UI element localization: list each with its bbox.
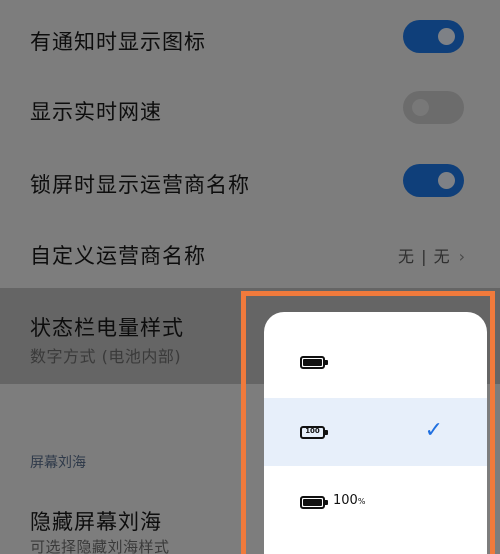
section-header-notch: 屏幕刘海	[30, 455, 86, 471]
battery-plain-icon	[300, 356, 328, 369]
setting-label: 自定义运营商名称	[30, 244, 206, 268]
battery-option-number-inside[interactable]: 100 ✓	[264, 398, 487, 466]
battery-option-number-outside[interactable]: 100%	[264, 468, 487, 536]
setting-row-net-speed[interactable]: 显示实时网速	[0, 84, 500, 134]
status-bar-settings-screen: 有通知时显示图标 显示实时网速 锁屏时显示运营商名称 自定义运营商名称 无 | …	[0, 0, 500, 554]
battery-inside-number: 100	[305, 427, 320, 435]
battery-number-outside-icon	[300, 496, 328, 509]
battery-option-plain[interactable]	[264, 328, 487, 396]
toggle-knob	[412, 99, 429, 116]
custom-carrier-text: 无 | 无	[398, 247, 451, 266]
setting-label: 锁屏时显示运营商名称	[30, 173, 250, 197]
battery-number-inside-icon: 100	[300, 426, 328, 439]
battery-percent-value: 100	[333, 493, 358, 508]
setting-label: 显示实时网速	[30, 100, 162, 124]
toggle-knob	[438, 28, 455, 45]
setting-label: 有通知时显示图标	[30, 30, 206, 54]
percent-sign: %	[357, 497, 366, 506]
setting-row-notification-icons[interactable]: 有通知时显示图标	[0, 14, 500, 64]
battery-fill	[303, 359, 322, 366]
setting-label: 状态栏电量样式	[30, 316, 184, 340]
toggle-knob	[438, 172, 455, 189]
chevron-right-icon: ›	[458, 247, 466, 266]
setting-row-custom-carrier[interactable]: 自定义运营商名称 无 | 无 ›	[0, 228, 500, 278]
battery-outside-number: 100%	[333, 493, 365, 508]
battery-fill	[303, 499, 322, 506]
checkmark-icon: ✓	[424, 418, 443, 443]
setting-label: 隐藏屏幕刘海	[30, 510, 162, 534]
setting-sublabel: 数字方式 (电池内部)	[30, 347, 182, 366]
notification-icons-toggle[interactable]	[403, 20, 464, 53]
battery-style-popup: 100 ✓ 100%	[264, 312, 487, 554]
net-speed-toggle[interactable]	[403, 91, 464, 124]
carrier-lockscreen-toggle[interactable]	[403, 164, 464, 197]
setting-row-carrier-lockscreen[interactable]: 锁屏时显示运营商名称	[0, 157, 500, 207]
setting-sublabel: 可选择隐藏刘海样式	[30, 538, 170, 554]
custom-carrier-value: 无 | 无 ›	[398, 243, 466, 267]
